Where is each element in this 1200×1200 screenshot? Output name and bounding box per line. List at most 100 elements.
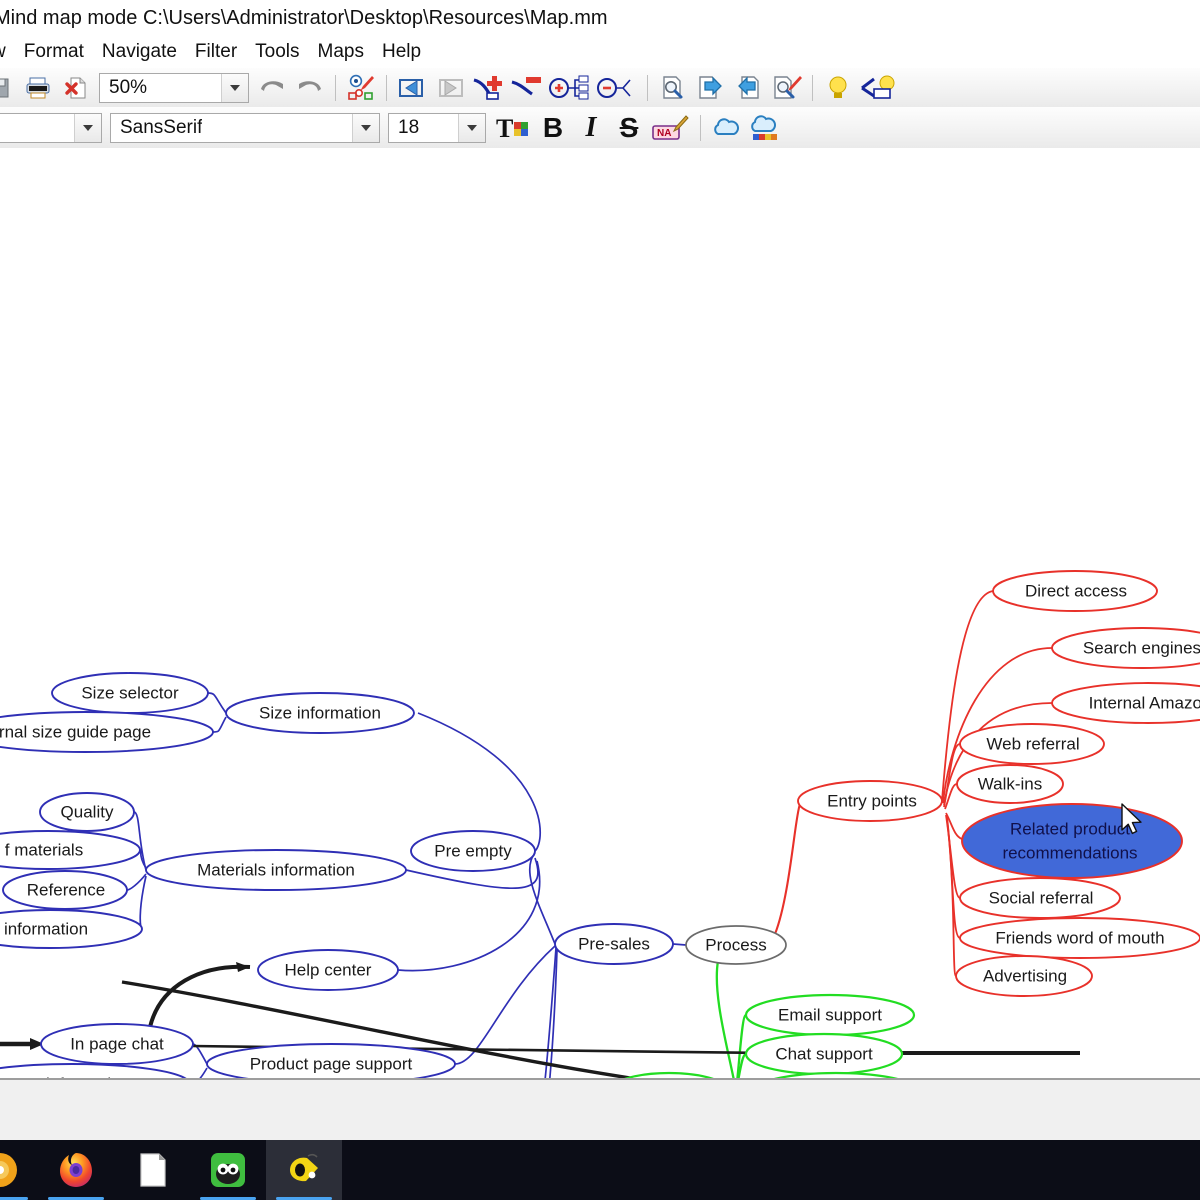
close-document-icon[interactable]	[58, 70, 94, 105]
zoom-in-nodes-icon[interactable]	[546, 70, 592, 105]
node-related-product-recommendations[interactable]: Related product recommendations	[961, 803, 1183, 879]
node-help-center-information[interactable]: center information	[0, 1063, 190, 1078]
node-reference[interactable]: Reference	[2, 870, 128, 910]
text-color-icon[interactable]: T	[491, 110, 533, 145]
mindmap-canvas[interactable]: Process Entry points Direct access Searc…	[0, 148, 1200, 1078]
zoom-combo[interactable]: 50%	[99, 72, 249, 103]
node-web-referral[interactable]: Web referral	[959, 723, 1105, 765]
node-chat-support[interactable]: Chat support	[744, 1032, 904, 1076]
taskbar	[0, 1140, 1200, 1200]
remove-node-icon[interactable]	[508, 70, 544, 105]
chevron-down-icon-font[interactable]	[352, 113, 379, 142]
menu-maps[interactable]: Maps	[309, 39, 373, 65]
strikethrough-icon[interactable]: S	[611, 110, 647, 145]
chevron-down-icon[interactable]	[221, 73, 248, 102]
taskbar-item-gimp[interactable]	[190, 1140, 266, 1200]
menu-view[interactable]: w	[0, 39, 15, 65]
italic-label: I	[585, 111, 597, 143]
menu-format[interactable]: Format	[15, 39, 93, 65]
cloud-icon[interactable]	[708, 110, 744, 145]
highlight-color-icon[interactable]: NA	[649, 110, 693, 145]
node-label-web-referral: Web referral	[986, 734, 1079, 753]
node-label-related-product-line2: recommendations	[1002, 843, 1137, 862]
node-internal-amazon[interactable]: Internal Amazon	[1051, 682, 1200, 724]
svg-text:NA: NA	[657, 128, 671, 139]
node-social-referral[interactable]: Social referral	[959, 877, 1121, 919]
taskbar-item-firefox[interactable]	[38, 1140, 114, 1200]
node-walk-ins[interactable]: Walk-ins	[956, 764, 1064, 804]
bold-icon[interactable]: B	[535, 110, 571, 145]
node-label-friends-word-of-mouth: Friends word of mouth	[995, 928, 1164, 947]
add-child-node-icon[interactable]	[470, 70, 506, 105]
menu-navigate[interactable]: Navigate	[93, 39, 186, 65]
node-pre-empty[interactable]: Pre empty	[410, 830, 536, 872]
previous-node-icon[interactable]	[394, 70, 430, 105]
next-node-icon[interactable]	[432, 70, 468, 105]
redo-icon[interactable]	[292, 70, 328, 105]
node-in-page-chat[interactable]: In page chat	[40, 1023, 194, 1065]
find-icon[interactable]	[655, 70, 691, 105]
node-email-support[interactable]: Email support	[744, 993, 916, 1037]
find-replace-icon[interactable]	[343, 70, 379, 105]
node-care-information[interactable]: information	[0, 909, 143, 949]
node-product-page-support[interactable]: Product page support	[206, 1043, 456, 1078]
mindmap-svg: Process Entry points Direct access Searc…	[0, 570, 1200, 1078]
node-help-center-product[interactable]: Help center	[257, 949, 399, 991]
node-quality[interactable]: Quality	[39, 792, 135, 832]
node-search-engines[interactable]: Search engines	[1051, 627, 1200, 669]
node-process[interactable]: Process	[685, 925, 787, 965]
node-size-information[interactable]: Size information	[225, 692, 415, 734]
font-family-value: SansSerif	[120, 116, 203, 138]
node-label-entry-points: Entry points	[827, 791, 917, 810]
window-title: Mind map mode C:\Users\Administrator\Des…	[0, 6, 608, 29]
undo-icon[interactable]	[254, 70, 290, 105]
taskbar-item-libreoffice[interactable]	[114, 1140, 190, 1200]
node-label-product-page-support: Product page support	[250, 1054, 413, 1073]
toolbar-separator-5	[700, 114, 701, 141]
node-label-advertising: Advertising	[983, 966, 1067, 985]
node-label-reference: Reference	[27, 880, 105, 899]
toolbar-separator	[335, 74, 336, 101]
print-icon[interactable]	[20, 70, 56, 105]
chevron-down-icon-size[interactable]	[458, 113, 485, 142]
node-label-related-product-line1: Related product	[1010, 819, 1130, 838]
node-label-size-selector: Size selector	[81, 683, 179, 702]
node-label-internal-amazon: Internal Amazon	[1089, 693, 1200, 712]
node-advertising[interactable]: Advertising	[955, 955, 1093, 997]
node-label-size-information: Size information	[259, 703, 381, 722]
node-external-size-guide-page[interactable]: rnal size guide page	[0, 711, 214, 753]
zoom-out-nodes-icon[interactable]	[594, 70, 640, 105]
idea-bulb-icon[interactable]	[820, 70, 856, 105]
italic-icon[interactable]: I	[573, 110, 609, 145]
share-idea-icon[interactable]	[858, 70, 902, 105]
menu-tools[interactable]: Tools	[246, 39, 308, 65]
node-direct-access[interactable]: Direct access	[992, 570, 1158, 612]
font-family-combo[interactable]: SansSerif	[110, 112, 380, 143]
node-label-chat-support: Chat support	[775, 1044, 873, 1063]
node-label-direct-access: Direct access	[1025, 581, 1127, 600]
taskbar-item-freeplane[interactable]	[266, 1140, 342, 1200]
node-entry-points[interactable]: Entry points	[797, 780, 943, 822]
node-label-search-engines: Search engines	[1083, 638, 1200, 657]
font-size-combo[interactable]: 18	[388, 112, 486, 143]
menu-help[interactable]: Help	[373, 39, 430, 65]
edit-find-icon[interactable]	[769, 70, 805, 105]
save-icon[interactable]	[0, 70, 18, 105]
document-icon	[140, 1153, 166, 1187]
cloud-color-icon[interactable]	[746, 110, 788, 145]
node-materials-information[interactable]: Materials information	[145, 849, 407, 891]
node-label-in-page-chat: In page chat	[70, 1034, 164, 1053]
node-label-quality: Quality	[61, 802, 114, 821]
node-style-combo[interactable]	[0, 112, 102, 143]
node-size-selector[interactable]: Size selector	[51, 672, 209, 714]
find-next-icon[interactable]	[693, 70, 729, 105]
find-previous-icon[interactable]	[731, 70, 767, 105]
node-of-materials[interactable]: f materials	[0, 830, 141, 870]
taskbar-item-browser[interactable]	[0, 1140, 38, 1200]
node-label-help-center-product: Help center	[285, 960, 372, 979]
chevron-down-icon-style[interactable]	[74, 113, 101, 142]
node-pre-sales[interactable]: Pre-sales	[554, 923, 674, 965]
svg-text:T: T	[496, 114, 513, 143]
node-friends-word-of-mouth[interactable]: Friends word of mouth	[959, 917, 1200, 959]
menu-filter[interactable]: Filter	[186, 39, 246, 65]
